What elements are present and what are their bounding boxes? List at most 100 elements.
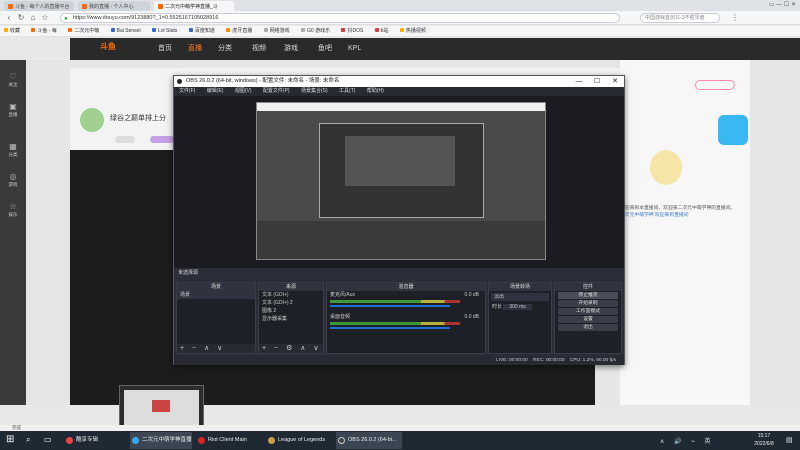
notification-icon[interactable]: ▤	[786, 436, 793, 444]
bookmark-item[interactable]: 热播视频	[399, 28, 426, 34]
nav-fishbar[interactable]: 鱼吧	[318, 38, 332, 60]
menu-scene-collection[interactable]: 场景集合(S)	[301, 88, 328, 94]
source-item[interactable]: 文本 (GDI+)	[259, 291, 323, 299]
source-item[interactable]: 文本 (GDI+) 2	[259, 299, 323, 307]
taskbar-item-lol[interactable]: League of Legends	[266, 432, 332, 449]
bookmark-item[interactable]: 网络游戏	[263, 28, 290, 34]
tag-badge[interactable]	[150, 136, 174, 143]
menu-view[interactable]: 视图(V)	[235, 88, 252, 94]
preview-capture-image	[256, 102, 546, 260]
bookmark-item[interactable]: 百度知道	[188, 28, 215, 34]
nested-browser-bar	[257, 103, 545, 111]
source-toolbar[interactable]: + − ⚙ ∧ ∨	[259, 344, 323, 353]
mixer-track-name: 麦克风/Aux	[330, 292, 356, 298]
source-item[interactable]: 显示器采集	[259, 315, 323, 323]
taskbar-item-browser[interactable]: 二次元中萌学神直播	[130, 432, 192, 449]
tab-my-live[interactable]: 我的直播 - 个人中心	[78, 1, 150, 11]
bookmark-item[interactable]: Bai Sensel	[110, 28, 141, 34]
back-icon[interactable]: ‹	[4, 13, 14, 23]
nav-video[interactable]: 视频	[252, 38, 266, 60]
bookmark-item[interactable]: G0 游戏乐	[301, 28, 330, 34]
rail-item-game[interactable]: ◎ 游戏	[0, 172, 26, 188]
volume-fader[interactable]	[330, 305, 450, 307]
duration-input[interactable]: 300 ms	[503, 304, 532, 310]
rail-item-category[interactable]: ▦ 分类	[0, 142, 26, 158]
taskbar-item-riot[interactable]: Riot Client Main	[196, 432, 262, 449]
search-placeholder: 中国游戏首创11-3不胜早盘	[645, 15, 705, 21]
browser-tab-bar: 斗鱼 - 每个人的直播平台 我的直播 - 个人中心 二次元中萌学神直播_斗 ▭ …	[0, 0, 800, 11]
address-toolbar: ‹ ↻ ⌂ ☆ ● https://www.douyu.com/9123880?_…	[0, 11, 800, 25]
douyu-logo[interactable]: 斗鱼	[100, 41, 116, 52]
maximize-icon[interactable]: ☐	[588, 76, 606, 87]
nav-kpl[interactable]: KPL	[348, 38, 361, 60]
rail-item-ent[interactable]: ☆ 娱乐	[0, 202, 26, 218]
menu-profile[interactable]: 配置文件(P)	[263, 88, 290, 94]
rail-item-follow[interactable]: ♡ 关注	[0, 72, 26, 88]
url-input[interactable]: ● https://www.douyu.com/9123880?_1=0.5525…	[60, 13, 620, 23]
avatar[interactable]	[80, 108, 104, 132]
star-icon[interactable]: ☆	[40, 13, 50, 23]
start-recording-button[interactable]: 开始录制	[558, 300, 618, 307]
close-icon[interactable]: ✕	[606, 76, 624, 87]
menu-edit[interactable]: 编辑(E)	[207, 88, 224, 94]
system-tray-icons[interactable]: ∧ 🔊 ⌁ 英	[660, 436, 714, 445]
source-item[interactable]: 图像 2	[259, 307, 323, 315]
search-icon[interactable]: ⌕	[26, 435, 30, 445]
bookmark-item[interactable]: 收藏	[4, 28, 20, 34]
room-title: 绿谷之巅单排上分	[110, 115, 166, 122]
bookmark-item[interactable]: 虎牙直播	[226, 28, 252, 34]
mascot-image	[650, 150, 682, 185]
site-nav: 首页 直播 分类 视频 游戏 鱼吧 KPL	[70, 38, 800, 60]
windows-start-icon[interactable]: ⊞	[6, 435, 14, 445]
bookmark-item[interactable]: 二次元中萌	[68, 28, 99, 34]
bookmark-item[interactable]: 抖DOS	[341, 28, 363, 34]
tv-icon: ▣	[9, 102, 17, 111]
taskbar-item-obs[interactable]: OBS 26.0.2 (64-bi...	[336, 432, 402, 449]
stop-streaming-button[interactable]: 停止推流	[558, 292, 618, 299]
volume-fader[interactable]	[330, 327, 450, 329]
transition-select[interactable]: 淡出	[491, 293, 549, 301]
thumbnail-accent	[152, 400, 170, 412]
rail-label: 游戏	[8, 182, 18, 187]
bookmark-item[interactable]: 斗鱼 - 每	[31, 28, 57, 34]
tag-badge[interactable]	[115, 136, 135, 143]
refresh-icon[interactable]: ↻	[16, 13, 26, 23]
settings-button[interactable]: 设置	[558, 316, 618, 323]
scene-toolbar[interactable]: + − ∧ ∨	[177, 344, 255, 353]
tab-current-stream[interactable]: 二次元中萌学神直播_斗	[154, 1, 234, 11]
taskbar-label: OBS 26.0.2 (64-bi...	[348, 437, 397, 443]
studio-mode-button[interactable]: 工作室模式	[558, 308, 618, 315]
obs-preview[interactable]	[174, 96, 624, 268]
exit-button[interactable]: 退出	[558, 324, 618, 331]
search-input[interactable]: 中国游戏首创11-3不胜早盘	[640, 13, 720, 23]
extensions-icon[interactable]: ⋮	[730, 13, 740, 23]
promo-badge-icon[interactable]	[718, 115, 748, 145]
rail-label: 分类	[8, 152, 18, 157]
menu-help[interactable]: 帮助(H)	[367, 88, 384, 94]
rail-item-live[interactable]: ▣ 直播	[0, 102, 26, 118]
minimize-icon[interactable]: —	[570, 76, 588, 87]
nav-live[interactable]: 直播	[188, 38, 202, 60]
taskbar-item-music[interactable]: 酷享专辑	[64, 432, 126, 449]
controls-panel: 控件 停止推流 开始录制 工作室模式 设置 退出	[554, 282, 622, 354]
system-clock[interactable]: 15:17 2022/6/8	[744, 432, 784, 448]
nav-category[interactable]: 分类	[218, 38, 232, 60]
nav-home[interactable]: 首页	[158, 38, 172, 60]
nav-game[interactable]: 游戏	[284, 38, 298, 60]
bookmark-item[interactable]: Lol Stats	[151, 28, 177, 34]
bookmark-item[interactable]: b站	[374, 28, 389, 34]
chat-text-link[interactable]: 二次元中萌学神 欢迎来到直播间	[620, 213, 689, 218]
menu-tools[interactable]: 工具(T)	[339, 88, 355, 94]
douyu-left-rail: ♡ 关注 ▣ 直播 ▦ 分类 ◎ 游戏 ☆ 娱乐	[0, 60, 26, 405]
app-icon	[338, 437, 345, 444]
task-view-icon[interactable]: ▭	[44, 435, 52, 444]
scene-item[interactable]: 场景	[177, 291, 255, 299]
menu-file[interactable]: 文件(F)	[179, 88, 195, 94]
tab-douyu-home[interactable]: 斗鱼 - 每个人的直播平台	[4, 1, 74, 11]
lock-icon: ●	[64, 16, 68, 22]
bookmarks-bar: 收藏 斗鱼 - 每 二次元中萌 Bai Sensel Lol Stats 百度知…	[0, 26, 800, 37]
mixer-track-name: 桌面音频	[330, 314, 351, 320]
window-controls[interactable]: ▭ — ☐ ✕	[740, 0, 800, 11]
home-icon[interactable]: ⌂	[28, 13, 38, 23]
pc-client-button[interactable]	[695, 80, 735, 90]
